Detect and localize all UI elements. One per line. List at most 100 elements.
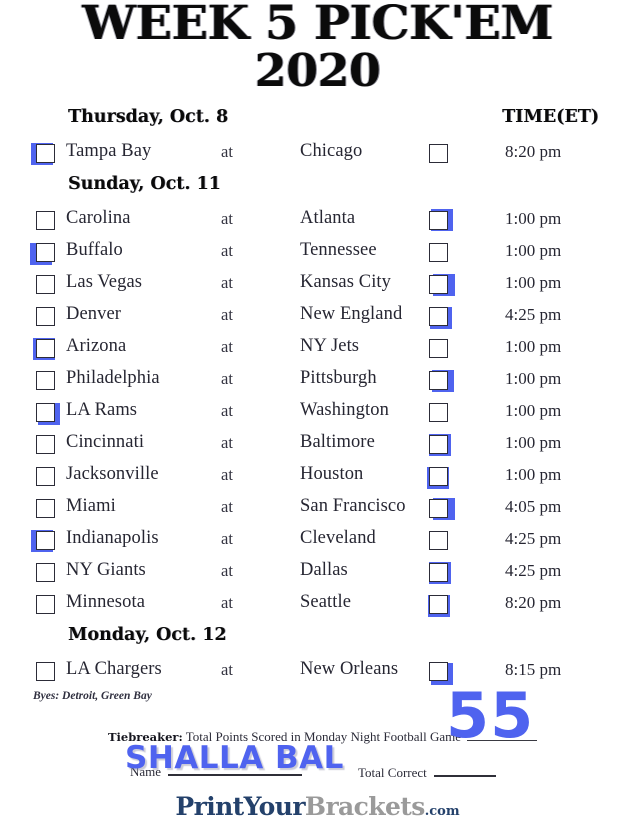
checkbox-away-team[interactable] [36, 563, 55, 582]
at-separator: at [221, 401, 233, 420]
game-time: 1:00 pm [505, 209, 562, 228]
checkbox-away-team[interactable] [36, 211, 55, 230]
checkbox-away-team[interactable] [36, 371, 55, 390]
game-time: 4:25 pm [505, 529, 562, 548]
game-time: 4:05 pm [505, 497, 562, 516]
title-line-1: WEEK 5 PICK'EM [82, 0, 553, 51]
game-row: Indianapolis at Cleveland 4:25 pm [0, 526, 635, 558]
checkbox-home-team[interactable] [429, 563, 448, 582]
away-team-name: LA Chargers [66, 659, 162, 679]
day-header-row: Sunday, Oct. 11 [0, 171, 635, 206]
checkbox-away-team[interactable] [36, 662, 55, 681]
away-team-name: Minnesota [66, 592, 146, 612]
away-team-name: NY Giants [66, 560, 146, 580]
checkbox-home-team[interactable] [429, 307, 448, 326]
handwritten-tiebreaker-score: 55 [446, 679, 535, 752]
game-row: Minnesota at Seattle 8:20 pm [0, 590, 635, 622]
at-separator: at [221, 561, 233, 580]
home-team-name: Cleveland [300, 528, 376, 548]
at-separator: at [221, 497, 233, 516]
checkbox-away-team[interactable] [36, 275, 55, 294]
away-team-name: Philadelphia [66, 368, 160, 388]
game-time: 1:00 pm [505, 465, 562, 484]
away-team-name: Tampa Bay [66, 141, 152, 161]
home-team-name: New Orleans [300, 659, 399, 679]
checkbox-away-team[interactable] [36, 144, 55, 163]
at-separator: at [221, 241, 233, 260]
checkbox-home-team[interactable] [429, 339, 448, 358]
logo-part-print-your: PrintYour [175, 792, 305, 821]
home-team-name: New England [300, 304, 403, 324]
away-team-name: Las Vegas [66, 272, 143, 292]
at-separator: at [221, 465, 233, 484]
game-row: NY Giants at Dallas 4:25 pm [0, 558, 635, 590]
day-header-label: Monday, Oct. 12 [68, 625, 227, 645]
game-row: LA Rams at Washington 1:00 pm [0, 398, 635, 430]
day-header-label: Thursday, Oct. 8 [68, 107, 229, 127]
away-team-name: Jacksonville [66, 464, 159, 484]
away-team-name: Buffalo [66, 240, 123, 260]
away-team-name: Carolina [66, 208, 131, 228]
home-team-name: Washington [300, 400, 389, 420]
game-time: 1:00 pm [505, 433, 562, 452]
checkbox-away-team[interactable] [36, 531, 55, 550]
total-correct-input-line[interactable] [434, 764, 497, 777]
game-row: Tampa Bay at Chicago 8:20 pm [0, 139, 635, 171]
checkbox-home-team[interactable] [429, 243, 448, 262]
checkbox-away-team[interactable] [36, 307, 55, 326]
checkbox-away-team[interactable] [36, 467, 55, 486]
home-team-name: Chicago [300, 141, 363, 161]
checkbox-away-team[interactable] [36, 339, 55, 358]
home-team-name: Dallas [300, 560, 348, 580]
home-team-name: Pittsburgh [300, 368, 377, 388]
home-team-name: Houston [300, 464, 364, 484]
away-team-name: LA Rams [66, 400, 138, 420]
total-correct-row: Total Correct [358, 764, 497, 781]
checkbox-home-team[interactable] [429, 371, 448, 390]
game-row: Denver at New England 4:25 pm [0, 302, 635, 334]
logo-part-dotcom: .com [424, 804, 460, 819]
checkbox-home-team[interactable] [429, 144, 448, 163]
checkbox-home-team[interactable] [429, 275, 448, 294]
checkbox-away-team[interactable] [36, 435, 55, 454]
checkbox-home-team[interactable] [429, 595, 448, 614]
checkbox-away-team[interactable] [36, 595, 55, 614]
checkbox-home-team[interactable] [429, 531, 448, 550]
away-team-name: Arizona [66, 336, 127, 356]
checkbox-home-team[interactable] [429, 211, 448, 230]
day-header-label: Sunday, Oct. 11 [68, 174, 221, 194]
away-team-name: Denver [66, 304, 122, 324]
time-column-header: TIME(ET) [502, 107, 599, 127]
game-row: Miami at San Francisco 4:05 pm [0, 494, 635, 526]
home-team-name: Atlanta [300, 208, 356, 228]
home-team-name: San Francisco [300, 496, 406, 516]
at-separator: at [221, 369, 233, 388]
game-row: Carolina at Atlanta 1:00 pm [0, 206, 635, 238]
at-separator: at [221, 305, 233, 324]
day-header-row: Thursday, Oct. 8 TIME(ET) [0, 104, 635, 139]
checkbox-home-team[interactable] [429, 467, 448, 486]
game-time: 8:20 pm [505, 142, 562, 161]
checkbox-home-team[interactable] [429, 499, 448, 518]
game-row: Jacksonville at Houston 1:00 pm [0, 462, 635, 494]
away-team-name: Miami [66, 496, 116, 516]
game-row: Arizona at NY Jets 1:00 pm [0, 334, 635, 366]
at-separator: at [221, 273, 233, 292]
game-time: 1:00 pm [505, 369, 562, 388]
checkbox-away-team[interactable] [36, 243, 55, 262]
game-row: Las Vegas at Kansas City 1:00 pm [0, 270, 635, 302]
title-line-2: 2020 [254, 43, 381, 97]
checkbox-home-team[interactable] [429, 403, 448, 422]
page-title: WEEK 5 PICK'EM 2020 [0, 0, 635, 97]
checkbox-away-team[interactable] [36, 499, 55, 518]
home-team-name: Baltimore [300, 432, 375, 452]
at-separator: at [221, 660, 233, 679]
logo-part-brackets: Brackets [304, 792, 425, 821]
at-separator: at [221, 142, 233, 161]
printyourbrackets-logo: PrintYourBrackets.com [0, 792, 635, 821]
checkbox-home-team[interactable] [429, 435, 448, 454]
checkbox-away-team[interactable] [36, 403, 55, 422]
at-separator: at [221, 529, 233, 548]
game-time: 1:00 pm [505, 273, 562, 292]
game-time: 8:20 pm [505, 593, 562, 612]
